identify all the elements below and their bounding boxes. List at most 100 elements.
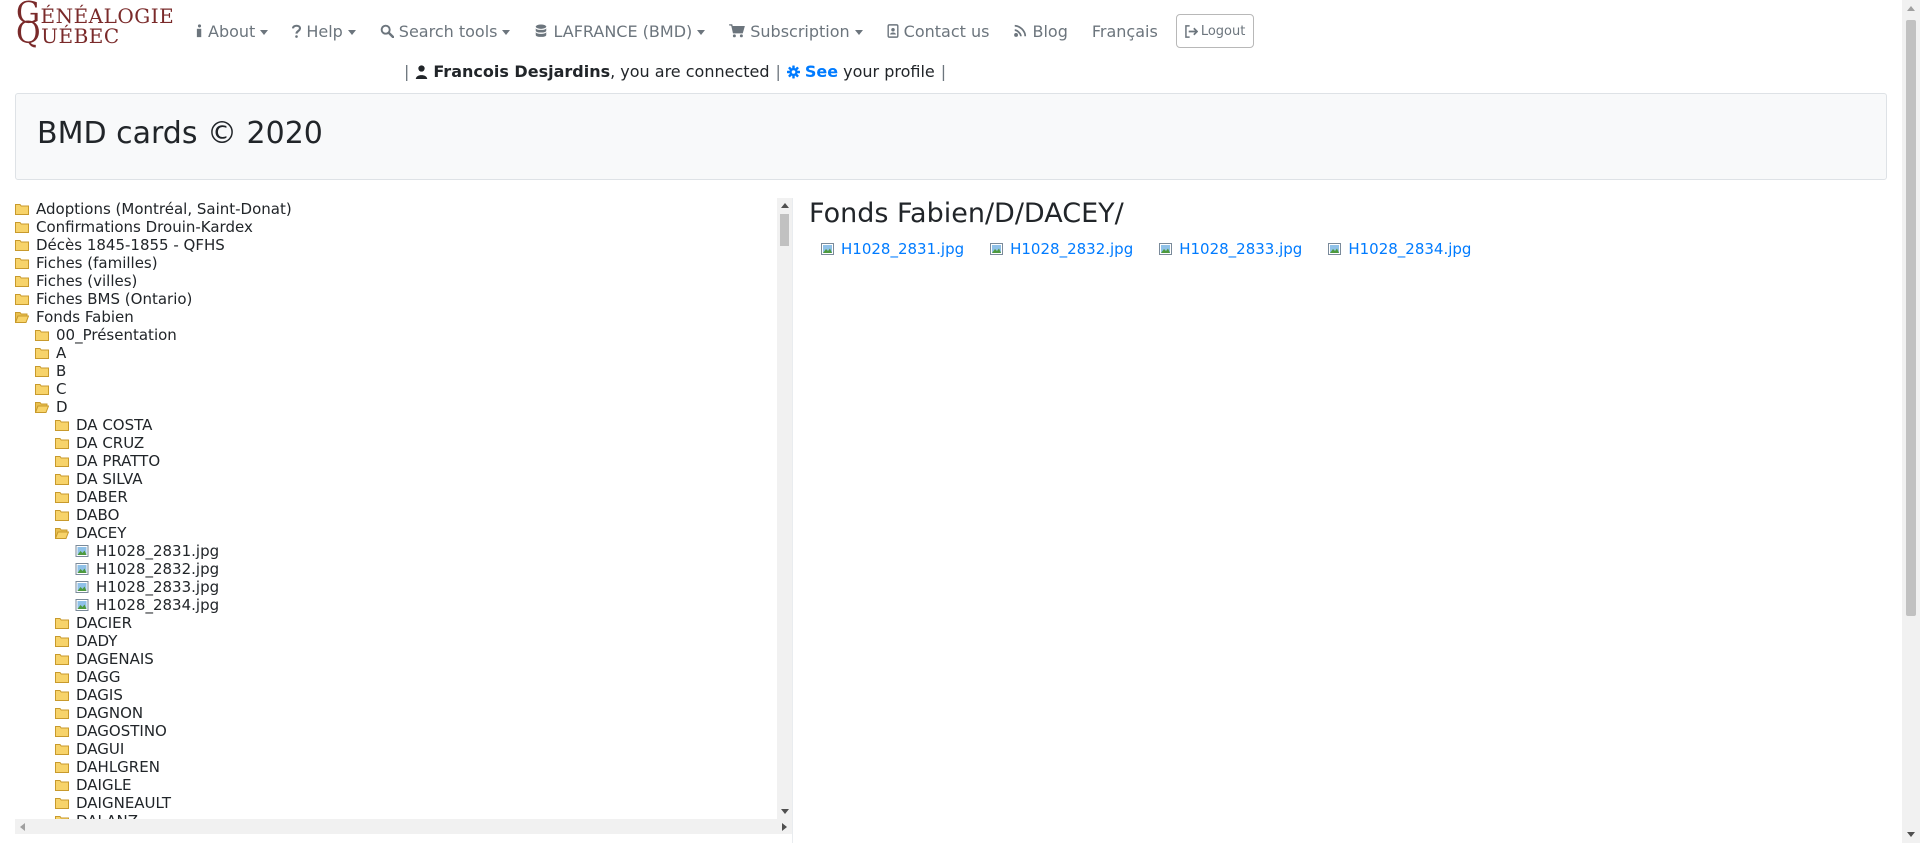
tree-vertical-scrollbar[interactable]	[777, 198, 792, 819]
nav-item-blog[interactable]: Blog	[1013, 18, 1068, 44]
logo-line-2: QUÉBEC	[16, 16, 120, 51]
scroll-right-arrow-icon[interactable]	[782, 823, 787, 831]
scroll-thumb[interactable]	[780, 214, 789, 246]
tree-folder-item[interactable]: DAIGLE	[55, 776, 131, 794]
tree-folder-item[interactable]: DACIER	[55, 614, 132, 632]
folder-icon	[55, 762, 69, 773]
site-logo[interactable]: GÉNÉALOGIE QUÉBEC	[14, 0, 184, 56]
database-icon	[536, 24, 547, 37]
gear-icon[interactable]	[786, 65, 800, 79]
nav-item-lafrance-bmd[interactable]: LAFRANCE (BMD)	[534, 18, 706, 44]
folder-icon	[55, 510, 69, 521]
folder-icon	[55, 654, 69, 665]
tree-folder-item[interactable]: DAHLGREN	[55, 758, 160, 776]
tree-item-label: DABER	[76, 488, 128, 506]
nav-item-français[interactable]: Français	[1092, 18, 1158, 44]
tree-file-item[interactable]: H1028_2831.jpg	[75, 542, 219, 560]
folder-icon	[55, 672, 69, 683]
tree-folder-item[interactable]: Décès 1845-1855 - QFHS	[15, 236, 225, 254]
tree-item-label: 00_Présentation	[56, 326, 177, 344]
tree-item-label: Adoptions (Montréal, Saint-Donat)	[36, 200, 292, 218]
page-scroll-thumb[interactable]	[1906, 20, 1916, 616]
tree-folder-item[interactable]: DAGENAIS	[55, 650, 154, 668]
scroll-left-arrow-icon[interactable]	[20, 823, 25, 831]
tree-item-label: B	[56, 362, 67, 380]
tree-folder-item[interactable]: DABO	[55, 506, 119, 524]
tree-file-item[interactable]: H1028_2833.jpg	[75, 578, 219, 596]
tree-folder-item[interactable]: DAGOSTINO	[55, 722, 167, 740]
tree-folder-item[interactable]: Adoptions (Montréal, Saint-Donat)	[15, 200, 292, 218]
file-link[interactable]: H1028_2832.jpg	[990, 240, 1133, 258]
scroll-up-arrow-icon[interactable]	[1907, 6, 1915, 11]
tree-folder-item[interactable]: Fonds Fabien	[15, 308, 134, 326]
tree-item-label: DAIGLE	[76, 776, 132, 794]
tree-folder-item[interactable]: DACEY	[55, 524, 126, 542]
folder-icon	[15, 240, 29, 251]
page-header: BMD cards © 2020	[15, 93, 1887, 180]
logout-button[interactable]: Logout	[1175, 14, 1255, 48]
tree-folder-item[interactable]: D	[35, 398, 68, 416]
nav-item-help[interactable]: Help	[292, 18, 356, 44]
scroll-down-arrow-icon[interactable]	[1907, 832, 1915, 837]
file-link[interactable]: H1028_2834.jpg	[1328, 240, 1471, 258]
logout-label: Logout	[1200, 23, 1246, 39]
folder-icon	[55, 690, 69, 701]
tree-folder-item[interactable]: Fiches (villes)	[15, 272, 137, 290]
folder-open-icon	[35, 402, 49, 413]
file-link[interactable]: H1028_2833.jpg	[1159, 240, 1302, 258]
tree-item-label: Fonds Fabien	[36, 308, 134, 326]
page-title: BMD cards © 2020	[37, 116, 323, 151]
tree-folder-item[interactable]: DA SILVA	[55, 470, 143, 488]
caret-down-icon	[697, 29, 706, 35]
tree-folder-item[interactable]: DAGNON	[55, 704, 143, 722]
tree-folder-item[interactable]: DADY	[55, 632, 117, 650]
tree-folder-item[interactable]: C	[35, 380, 66, 398]
folder-icon	[55, 618, 69, 629]
tree-folder-item[interactable]: A	[35, 344, 66, 362]
tree-folder-item[interactable]: DA COSTA	[55, 416, 152, 434]
image-file-icon	[1159, 243, 1173, 255]
connected-status: | Francois Desjardins , you are connecte…	[398, 62, 952, 81]
tree-folder-item[interactable]: Confirmations Drouin-Kardex	[15, 218, 253, 236]
nav-item-contact-us[interactable]: Contact us	[887, 18, 989, 44]
tree-folder-item[interactable]: B	[35, 362, 66, 380]
tree-item-label: DAHLGREN	[76, 758, 160, 776]
tree-horizontal-scrollbar[interactable]	[15, 819, 792, 834]
page-scrollbar[interactable]	[1902, 0, 1920, 843]
tree-item-label: DAGENAIS	[76, 650, 154, 668]
tree-folder-item[interactable]: 00_Présentation	[35, 326, 177, 344]
tree-folder-item[interactable]: DAGUI	[55, 740, 124, 758]
scroll-down-arrow-icon[interactable]	[781, 809, 789, 814]
file-link[interactable]: H1028_2831.jpg	[821, 240, 964, 258]
tree-folder-item[interactable]: DABER	[55, 488, 128, 506]
image-file-icon	[75, 581, 89, 593]
tree-folder-item[interactable]: DAGIS	[55, 686, 123, 704]
folder-icon	[15, 258, 29, 269]
tree-file-item[interactable]: H1028_2832.jpg	[75, 560, 219, 578]
tree-folder-item[interactable]: DA CRUZ	[55, 434, 144, 452]
tree-folder-item[interactable]: Fiches BMS (Ontario)	[15, 290, 192, 308]
tree-folder-item[interactable]: DA PRATTO	[55, 452, 160, 470]
separator: |	[940, 62, 947, 81]
tree-folder-item[interactable]: DALANZ	[55, 812, 138, 819]
folder-tree: Adoptions (Montréal, Saint-Donat) Confirm…	[15, 198, 792, 819]
tree-item-label: DA PRATTO	[76, 452, 161, 470]
folder-icon	[35, 348, 49, 359]
folder-icon	[35, 366, 49, 377]
see-profile-link[interactable]: See	[805, 62, 838, 81]
profile-text: your profile	[843, 62, 935, 81]
tree-folder-item[interactable]: DAIGNEAULT	[55, 794, 171, 812]
tree-folder-item[interactable]: Fiches (familles)	[15, 254, 158, 272]
tree-item-label: DAGNON	[76, 704, 144, 722]
tree-item-label: DA SILVA	[76, 470, 143, 488]
tree-item-label: Fiches (familles)	[36, 254, 158, 272]
tree-file-item[interactable]: H1028_2834.jpg	[75, 596, 219, 614]
folder-icon	[15, 294, 29, 305]
tree-folder-item[interactable]: DAGG	[55, 668, 121, 686]
nav-item-search-tools[interactable]: Search tools	[380, 18, 511, 44]
scroll-up-arrow-icon[interactable]	[781, 203, 789, 208]
tree-item-label: Confirmations Drouin-Kardex	[36, 218, 253, 236]
nav-item-subscription[interactable]: Subscription	[729, 18, 863, 44]
nav-item-about[interactable]: About	[196, 18, 269, 44]
file-link-label: H1028_2833.jpg	[1179, 240, 1303, 258]
